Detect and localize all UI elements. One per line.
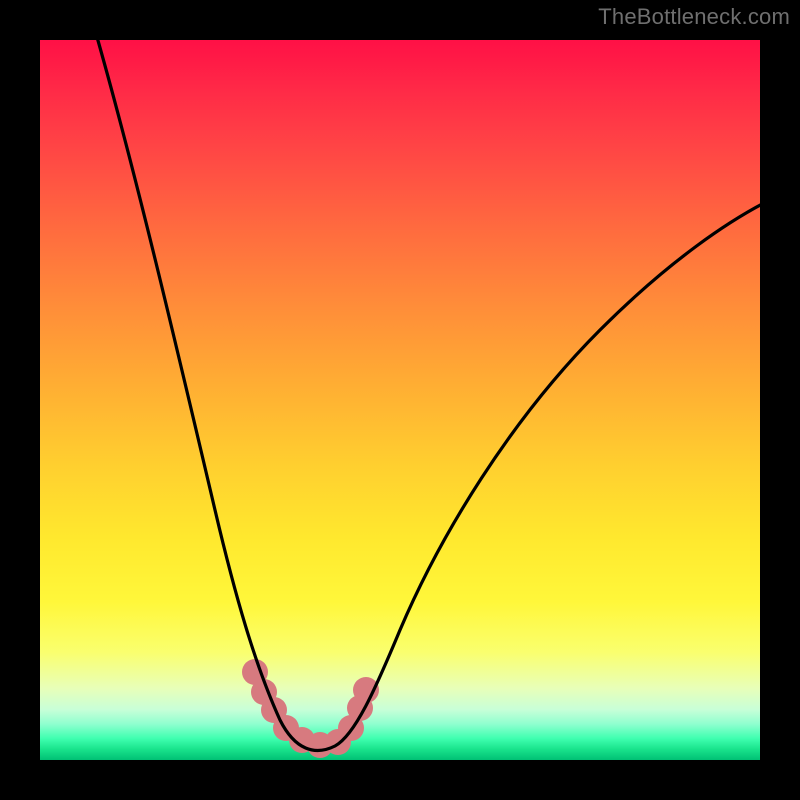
plot-area xyxy=(40,40,760,760)
chart-svg xyxy=(40,40,760,760)
bottleneck-curve xyxy=(95,30,770,750)
chart-frame: TheBottleneck.com xyxy=(0,0,800,800)
watermark-label: TheBottleneck.com xyxy=(598,4,790,30)
